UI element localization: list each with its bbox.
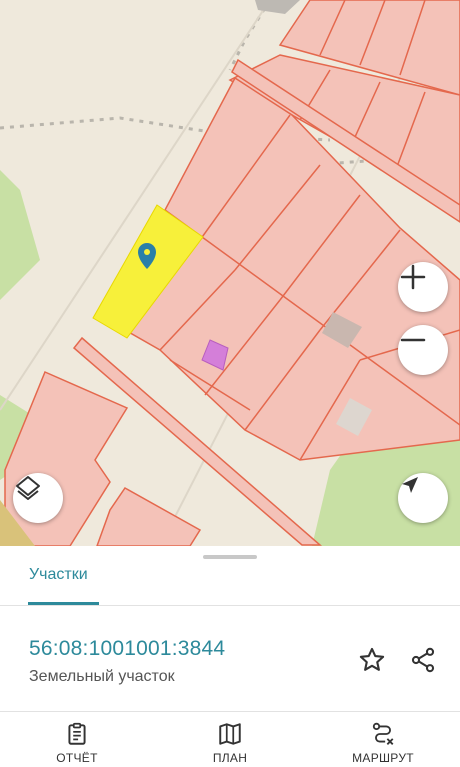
map-icon <box>219 723 241 745</box>
drag-handle[interactable] <box>203 555 257 559</box>
favorite-button[interactable] <box>357 645 387 675</box>
navigation-arrow-icon <box>402 477 418 493</box>
nav-route-label: МАРШРУТ <box>352 751 414 765</box>
divider <box>0 605 460 606</box>
nav-plan-label: ПЛАН <box>212 751 248 765</box>
green-area <box>0 170 40 300</box>
zoom-in-button[interactable] <box>398 262 448 312</box>
nav-route[interactable]: МАРШРУТ <box>323 721 443 767</box>
zoom-out-button[interactable] <box>398 325 448 375</box>
tab-parcels[interactable]: Участки <box>29 566 88 584</box>
layers-icon <box>16 476 40 500</box>
nav-report[interactable]: ОТЧЁТ <box>17 721 137 767</box>
minus-icon <box>400 338 426 342</box>
share-icon <box>411 647 435 673</box>
clipboard-icon <box>68 722 86 745</box>
nav-plan[interactable]: ПЛАН <box>170 721 290 767</box>
route-icon <box>372 722 394 745</box>
nav-report-label: ОТЧЁТ <box>56 751 98 765</box>
parcel-type: Земельный участок <box>29 668 175 685</box>
cadastral-number[interactable]: 56:08:1001001:3844 <box>29 637 225 661</box>
share-button[interactable] <box>408 645 438 675</box>
star-icon <box>359 647 385 671</box>
plus-icon <box>400 264 426 290</box>
bottom-sheet: Участки 56:08:1001001:3844 Земельный уча… <box>0 546 460 767</box>
map-canvas[interactable] <box>0 0 460 546</box>
layers-button[interactable] <box>13 473 63 523</box>
map-view[interactable] <box>0 0 460 546</box>
divider <box>0 711 460 712</box>
locate-button[interactable] <box>398 473 448 523</box>
